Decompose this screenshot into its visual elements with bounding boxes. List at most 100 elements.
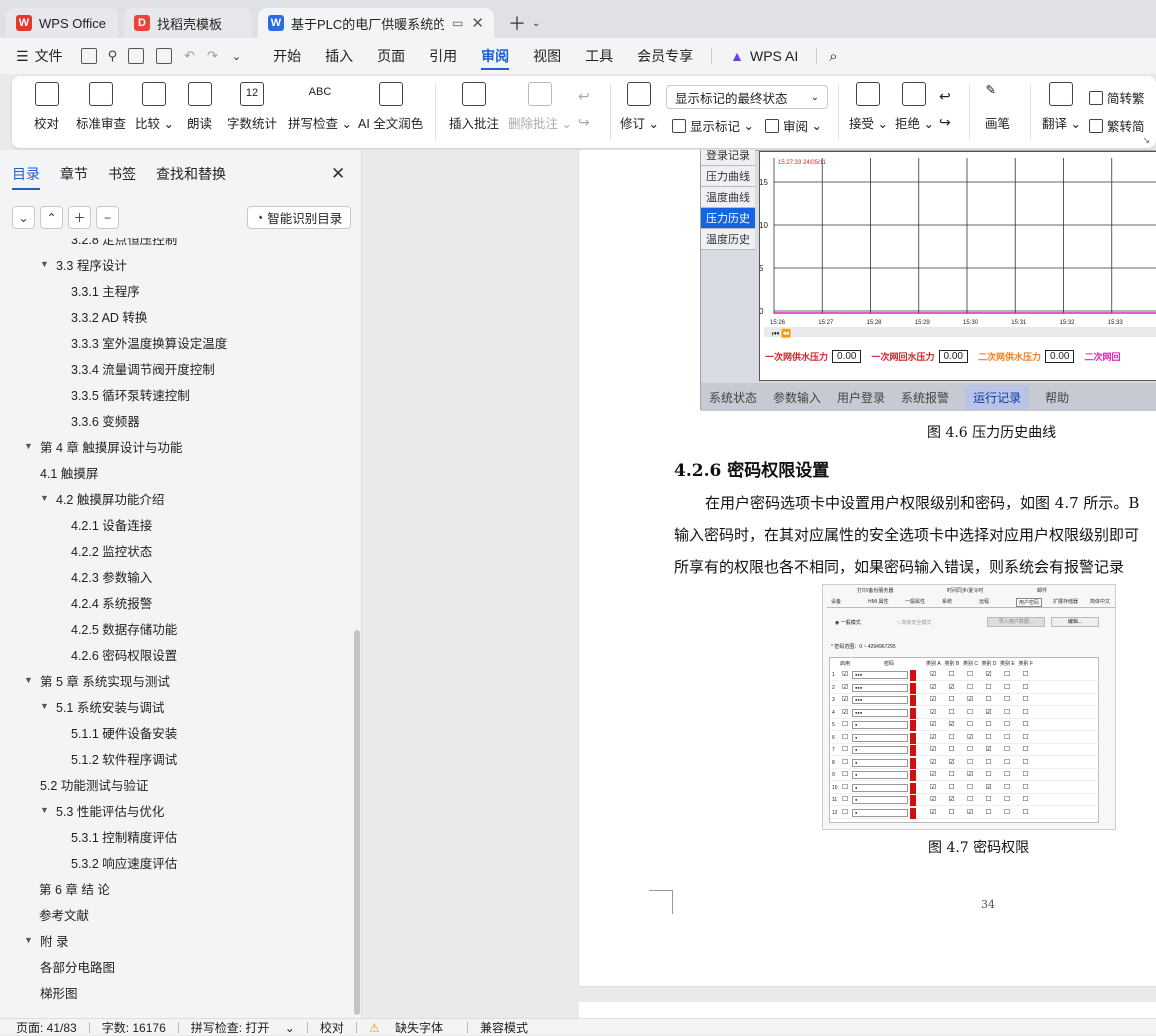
show-markup-button[interactable]: 显示标记 ⌄ xyxy=(672,116,754,135)
new-tab-button[interactable]: ＋ ⌄ xyxy=(500,8,548,38)
toc-item[interactable]: 3.3.2 AD 转换 xyxy=(71,306,147,326)
collapse-triangle-icon[interactable]: ▼ xyxy=(24,441,33,451)
missing-font-indicator[interactable]: ⚠ 缺失字体 xyxy=(369,1019,455,1036)
smart-toc-button[interactable]: ◔ 智能识别目录 xyxy=(247,206,351,229)
next-comment-button[interactable]: ↪ xyxy=(578,114,590,131)
menu-start[interactable]: 开始 xyxy=(273,38,301,74)
collapse-triangle-icon[interactable]: ▼ xyxy=(40,259,49,269)
toc-item[interactable]: 梯形图 xyxy=(40,982,78,1002)
toc-item[interactable]: ▼ 4.2 触摸屏功能介绍 xyxy=(40,488,164,508)
print-icon[interactable] xyxy=(128,48,145,64)
accept-button[interactable]: 接受 ⌄ xyxy=(849,82,888,132)
monitor-icon[interactable]: ▭ xyxy=(452,16,463,30)
toc-item[interactable]: 3.2.8 定点恒压控制 xyxy=(71,238,177,248)
translate-button[interactable]: 翻译 ⌄ xyxy=(1042,82,1081,132)
collapse-triangle-icon[interactable]: ▼ xyxy=(40,701,49,711)
collapse-triangle-icon[interactable]: ▼ xyxy=(40,805,49,815)
next-change-button[interactable]: ↪ xyxy=(939,114,951,131)
toc-item[interactable]: 5.1.2 软件程序调试 xyxy=(71,748,177,768)
toc-item[interactable]: 4.2.3 参数输入 xyxy=(71,566,152,586)
track-changes-button[interactable]: 修订 ⌄ xyxy=(620,82,659,132)
insert-comment-button[interactable]: 插入批注 xyxy=(449,82,499,132)
toc-item[interactable]: 3.3.6 变频器 xyxy=(71,410,140,430)
menu-insert[interactable]: 插入 xyxy=(325,38,353,74)
tab-daoke-templates[interactable]: D 找稻壳模板 xyxy=(124,8,252,38)
toc-item[interactable]: 3.3.3 室外温度换算设定温度 xyxy=(71,332,227,352)
toc-item[interactable]: 5.3.2 响应速度评估 xyxy=(71,852,177,872)
nav-tab-bookmarks[interactable]: 书签 xyxy=(108,164,136,190)
spell-check-indicator[interactable]: 拼写检查: 打开 ⌄ xyxy=(191,1019,295,1036)
proofread-button[interactable]: 校对 xyxy=(34,82,59,132)
toc-item[interactable]: ▼ 5.3 性能评估与优化 xyxy=(40,800,164,820)
close-nav-icon[interactable]: ✕ xyxy=(331,164,345,184)
pen-button[interactable]: ✎ 画笔 xyxy=(985,82,1010,132)
collapse-triangle-icon[interactable]: ▼ xyxy=(24,935,33,945)
word-count-button[interactable]: 12 字数统计 xyxy=(227,82,277,132)
spell-check-button[interactable]: ABC 拼写检查 ⌄ xyxy=(288,82,352,132)
toc-item[interactable]: 第 6 章 结 论 xyxy=(39,878,110,898)
to-traditional-button[interactable]: 简转繁 xyxy=(1089,88,1145,107)
undo-icon[interactable]: ↶ xyxy=(184,48,195,64)
toc-item[interactable]: 4.2.1 设备连接 xyxy=(71,514,152,534)
toc-item[interactable]: ▼ 附 录 xyxy=(24,930,68,950)
toc-item[interactable]: 5.1.1 硬件设备安装 xyxy=(71,722,177,742)
toc-item[interactable]: 4.1 触摸屏 xyxy=(40,462,98,482)
expand-down-button[interactable]: ⌄ xyxy=(12,206,35,229)
remove-heading-button[interactable]: − xyxy=(96,206,119,229)
collapse-up-button[interactable]: ⌃ xyxy=(40,206,63,229)
toc-item[interactable]: 5.2 功能测试与验证 xyxy=(40,774,148,794)
to-simplified-button[interactable]: 繁转简 xyxy=(1089,116,1145,135)
standard-review-button[interactable]: 标准审查 xyxy=(76,82,126,132)
tab-document[interactable]: W 基于PLC的电厂供暖系统的设 ▭ ✕ xyxy=(258,8,494,38)
save-icon[interactable] xyxy=(80,48,97,64)
ribbon-expand-icon[interactable]: ↘ xyxy=(1142,135,1150,146)
file-menu[interactable]: ☰ 文件 xyxy=(16,38,63,74)
proofread-indicator[interactable]: 校对 xyxy=(320,1019,344,1036)
toc-item[interactable]: ▼ 第 4 章 触摸屏设计与功能 xyxy=(24,436,182,456)
add-heading-button[interactable]: ＋ xyxy=(68,206,91,229)
nav-tab-toc[interactable]: 目录 xyxy=(12,164,40,190)
search-icon[interactable]: ⌕ xyxy=(829,48,837,65)
review-pane-button[interactable]: 审阅 ⌄ xyxy=(765,116,822,135)
markup-state-select[interactable]: 显示标记的最终状态 ⌄ xyxy=(666,85,828,109)
reject-button[interactable]: 拒绝 ⌄ xyxy=(895,82,934,132)
toc-item[interactable]: 3.3.4 流量调节阀开度控制 xyxy=(71,358,215,378)
format-painter-icon[interactable]: ⚲ xyxy=(108,48,118,64)
page-indicator[interactable]: 页面: 41/83 xyxy=(16,1019,77,1036)
toc-item[interactable]: 4.2.5 数据存储功能 xyxy=(71,618,177,638)
prev-comment-button[interactable]: ↩ xyxy=(578,88,590,105)
toc-item[interactable]: ▼ 3.3 程序设计 xyxy=(40,254,127,274)
word-count-indicator[interactable]: 字数: 16176 xyxy=(102,1019,166,1036)
menu-membership[interactable]: 会员专享 xyxy=(637,38,693,74)
toc-item[interactable]: 4.2.2 监控状态 xyxy=(71,540,152,560)
toc-item[interactable]: ▼ 第 5 章 系统实现与测试 xyxy=(24,670,170,690)
redo-icon[interactable]: ↷ xyxy=(207,48,218,64)
close-tab-icon[interactable]: ✕ xyxy=(471,14,484,32)
nav-tab-find-replace[interactable]: 查找和替换 xyxy=(156,164,226,190)
menu-reference[interactable]: 引用 xyxy=(429,38,457,74)
prev-change-button[interactable]: ↩ xyxy=(939,88,951,105)
more-chevron-icon[interactable]: ⌄ xyxy=(232,50,241,63)
toc-item[interactable]: 3.3.1 主程序 xyxy=(71,280,140,300)
menu-wps-ai[interactable]: ▲ WPS AI xyxy=(730,38,798,74)
toc-item[interactable]: 参考文献 xyxy=(39,904,89,924)
ai-polish-button[interactable]: AI 全文润色 xyxy=(358,82,423,132)
compare-button[interactable]: 比较 ⌄ xyxy=(135,82,174,132)
print-preview-icon[interactable] xyxy=(156,48,173,64)
collapse-triangle-icon[interactable]: ▼ xyxy=(24,675,33,685)
tab-wps-office[interactable]: W WPS Office xyxy=(6,8,118,38)
chevron-down-icon[interactable]: ⌄ xyxy=(532,18,540,29)
toc-item[interactable]: ▼ 5.1 系统安装与调试 xyxy=(40,696,164,716)
toc-item[interactable]: 5.3.1 控制精度评估 xyxy=(71,826,177,846)
menu-view[interactable]: 视图 xyxy=(533,38,561,74)
toc-item[interactable]: 各部分电路图 xyxy=(40,956,115,976)
read-aloud-button[interactable]: 朗读 xyxy=(187,82,212,132)
menu-review[interactable]: 审阅 xyxy=(481,38,510,74)
toc-item[interactable]: 3.3.5 循环泵转速控制 xyxy=(71,384,190,404)
delete-comment-button[interactable]: 删除批注 ⌄ xyxy=(508,82,572,132)
toc-item[interactable]: 4.2.4 系统报警 xyxy=(71,592,152,612)
nav-tab-chapters[interactable]: 章节 xyxy=(60,164,88,190)
toc-item[interactable]: 4.2.6 密码权限设置 xyxy=(71,644,177,664)
collapse-triangle-icon[interactable]: ▼ xyxy=(40,493,49,503)
menu-tools[interactable]: 工具 xyxy=(585,38,613,74)
